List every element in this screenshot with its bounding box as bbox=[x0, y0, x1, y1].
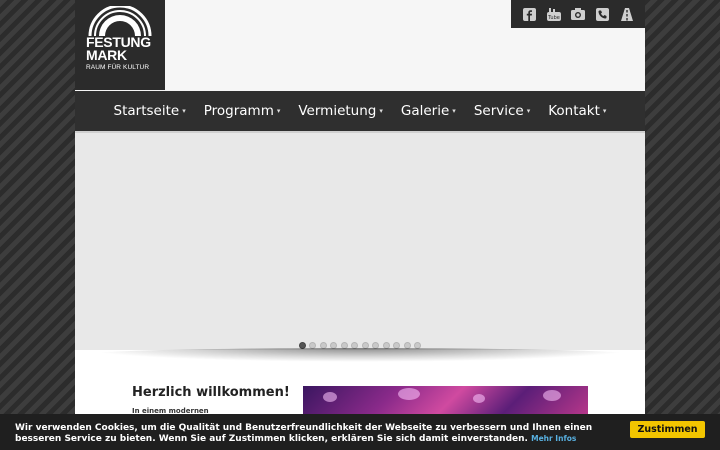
more-info-link[interactable]: Mehr Infos bbox=[531, 434, 576, 443]
welcome-title: Herzlich willkommen! bbox=[132, 385, 290, 400]
light-spot bbox=[543, 390, 561, 401]
nav-label: Startseite bbox=[113, 103, 180, 119]
light-spot bbox=[473, 394, 485, 403]
nav-label: Service bbox=[473, 103, 524, 119]
light-spot bbox=[323, 392, 337, 402]
main-nav: Startseite ▾ Programm ▾ Vermietung ▾ Galeri… bbox=[75, 91, 645, 131]
cookie-text: Wir verwenden Cookies, um die Qualität u… bbox=[15, 423, 593, 444]
nav-item-startseite[interactable]: Startseite ▾ bbox=[105, 103, 195, 119]
cookie-text-block: Wir verwenden Cookies, um die Qualität u… bbox=[15, 423, 625, 444]
nav-item-programm[interactable]: Programm ▾ bbox=[195, 103, 290, 119]
nav-item-vermietung[interactable]: Vermietung ▾ bbox=[289, 103, 392, 119]
image-slider[interactable] bbox=[75, 131, 645, 350]
svg-text:Tube: Tube bbox=[547, 15, 560, 21]
phone-icon[interactable] bbox=[595, 7, 609, 21]
caret-down-icon: ▾ bbox=[526, 107, 531, 115]
nav-label: Programm bbox=[203, 103, 274, 119]
nav-item-galerie[interactable]: Galerie ▾ bbox=[392, 103, 465, 119]
caret-down-icon: ▾ bbox=[276, 107, 281, 115]
caret-down-icon: ▾ bbox=[182, 107, 186, 115]
social-bar: Tube bbox=[511, 0, 645, 28]
nav-label: Kontakt bbox=[548, 103, 600, 119]
caret-down-icon: ▾ bbox=[452, 107, 456, 115]
logo[interactable]: FESTUNG MARK RAUM FÜR KULTUR bbox=[75, 0, 165, 90]
caret-down-icon: ▾ bbox=[602, 107, 607, 115]
page-container: FESTUNG MARK RAUM FÜR KULTUR Tube Starts… bbox=[75, 0, 645, 450]
nav-label: Vermietung bbox=[298, 103, 377, 119]
facebook-icon[interactable] bbox=[522, 7, 536, 21]
cookie-banner: Wir verwenden Cookies, um die Qualität u… bbox=[0, 414, 720, 450]
youtube-icon[interactable]: Tube bbox=[546, 7, 561, 21]
accept-cookies-button[interactable]: Zustimmen bbox=[630, 421, 705, 438]
logo-arch-icon bbox=[88, 6, 152, 36]
light-spot bbox=[398, 388, 420, 400]
nav-label: Galerie bbox=[400, 103, 450, 119]
logo-line2: MARK bbox=[86, 47, 127, 63]
slider-shadow bbox=[80, 348, 640, 362]
header: FESTUNG MARK RAUM FÜR KULTUR Tube bbox=[75, 0, 645, 91]
nav-item-kontakt[interactable]: Kontakt ▾ bbox=[539, 103, 615, 119]
route-icon[interactable] bbox=[620, 7, 634, 21]
logo-tagline: RAUM FÜR KULTUR bbox=[86, 64, 150, 71]
caret-down-icon: ▾ bbox=[379, 107, 383, 115]
camera-icon[interactable] bbox=[570, 7, 585, 21]
nav-item-service[interactable]: Service ▾ bbox=[465, 103, 539, 119]
